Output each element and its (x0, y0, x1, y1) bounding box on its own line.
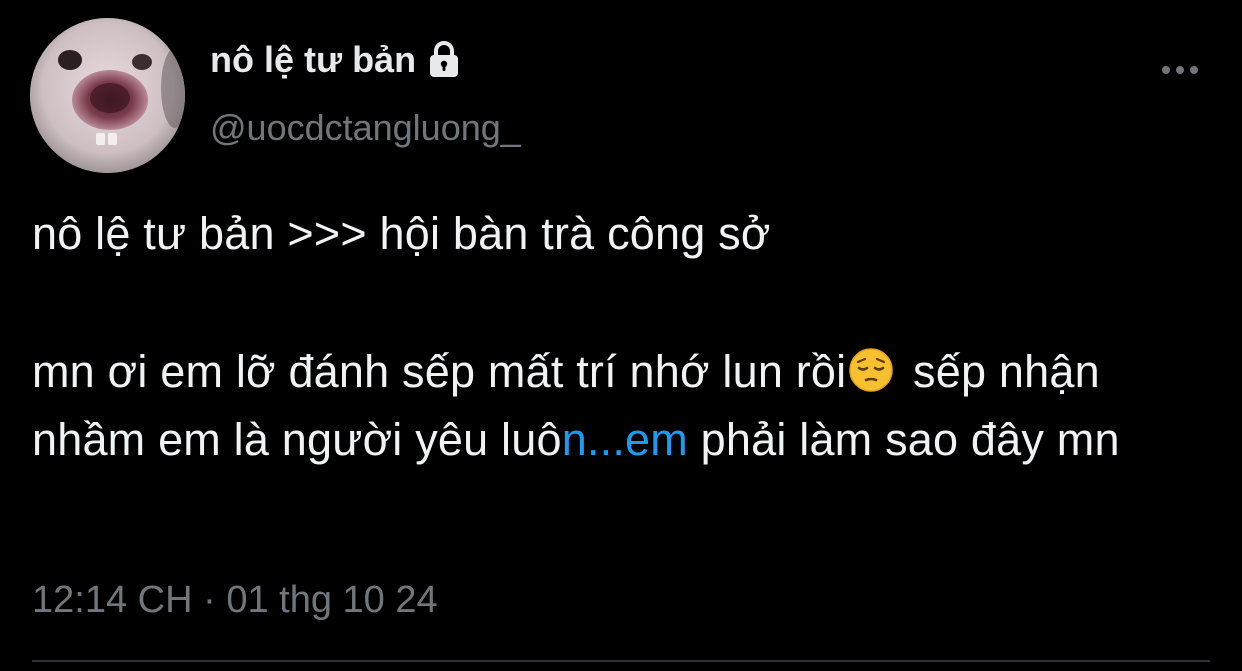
tweet-line-1: nô lệ tư bản >>> hội bàn trà công sở (32, 208, 771, 259)
show-more-link[interactable]: n...em (562, 414, 688, 465)
author-name-row[interactable]: nô lệ tư bản (210, 38, 464, 82)
tweet-paragraph-2: mn ơi em lỡ đánh sếp mất trí nhớ lun rồi… (32, 338, 1222, 474)
display-name[interactable]: nô lệ tư bản (210, 38, 416, 82)
divider (32, 660, 1210, 662)
timestamp-separator: · (192, 579, 227, 621)
tweet-text-part-3: phải làm sao đây mn (687, 414, 1120, 465)
tweet-container: nô lệ tư bản @uocdctangluong_ nô lệ tư b… (0, 0, 1242, 671)
pig-face-avatar-icon (30, 18, 185, 173)
handle[interactable]: @uocdctangluong_ (210, 106, 521, 150)
pensive-face-emoji-icon (848, 344, 894, 392)
more-horizontal-icon (1162, 66, 1198, 74)
avatar[interactable] (30, 18, 185, 173)
lock-icon (424, 40, 464, 80)
tweet-text-part-1: mn ơi em lỡ đánh sếp mất trí nhớ lun rồi (32, 346, 847, 397)
more-button[interactable] (1156, 52, 1204, 88)
tweet-time: 12:14 CH (32, 579, 193, 621)
tweet-text: nô lệ tư bản >>> hội bàn trà công sở mn … (32, 200, 1222, 474)
tweet-timestamp[interactable]: 12:14 CH · 01 thg 10 24 (32, 576, 438, 624)
tweet-date: 01 thg 10 24 (226, 579, 438, 621)
